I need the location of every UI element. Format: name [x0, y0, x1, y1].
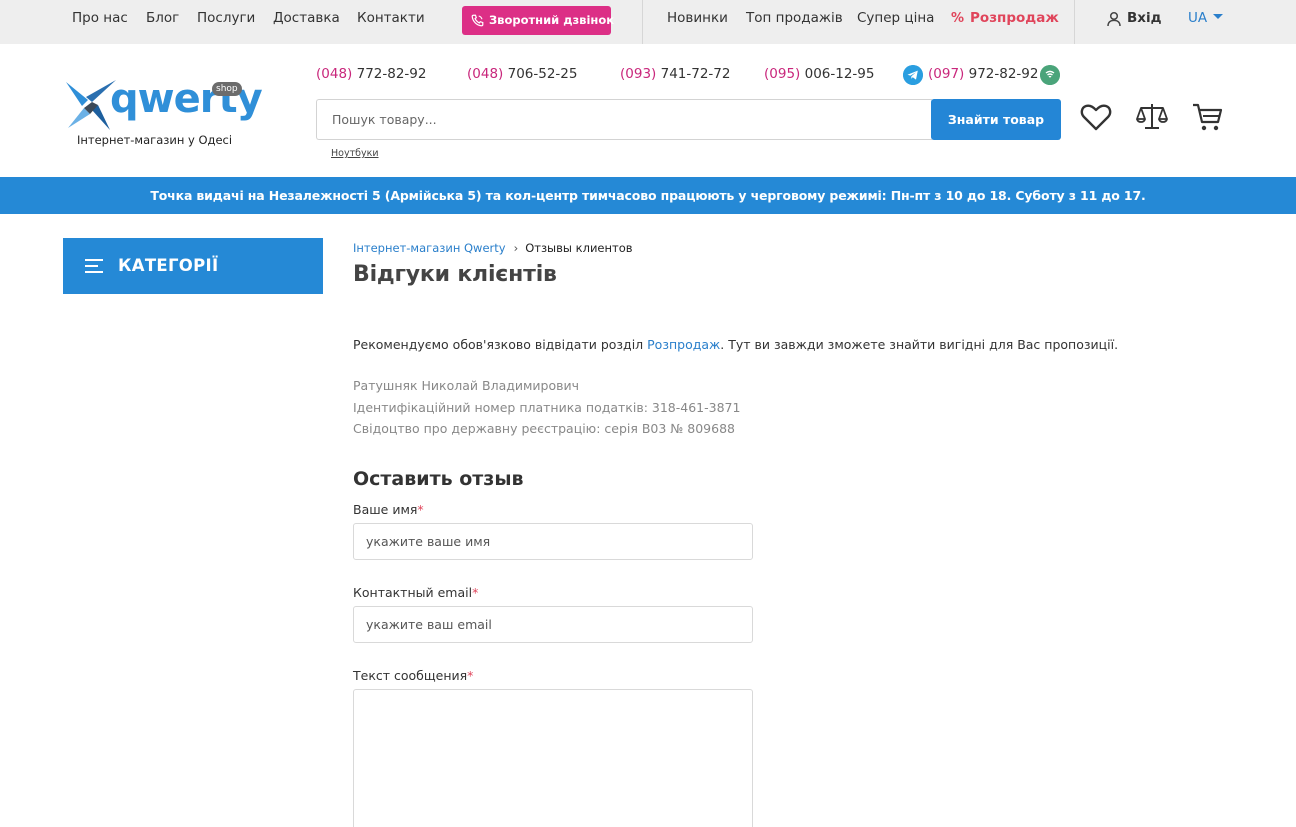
callback-label: Зворотний дзвінок: [489, 13, 615, 27]
nav-link-about[interactable]: Про нас: [72, 0, 128, 37]
heart-icon[interactable]: [1079, 100, 1113, 134]
phone-link[interactable]: (095) 006-12-95: [764, 66, 874, 82]
user-icon: [1107, 11, 1121, 27]
required-mark: *: [417, 502, 424, 517]
divider: [642, 0, 643, 44]
viber-icon[interactable]: [1040, 65, 1060, 85]
callback-button[interactable]: Зворотний дзвінок: [462, 6, 615, 35]
logo-tagline: Інтернет-магазин у Одесі: [77, 133, 233, 147]
required-mark: *: [467, 668, 474, 683]
required-mark: *: [472, 585, 479, 600]
percent-icon: %: [951, 11, 965, 26]
nav-link-contacts[interactable]: Контакти: [357, 0, 425, 37]
phone-link[interactable]: (097) 972-82-92: [928, 66, 1038, 82]
categories-button[interactable]: КАТЕГОРІЇ: [63, 238, 323, 294]
phone-number: 706-52-25: [503, 66, 578, 82]
menu-icon: [85, 259, 103, 273]
breadcrumb-current: Отзывы клиентов: [525, 241, 633, 255]
phone-number: 741-72-72: [656, 66, 731, 82]
phone-number: 972-82-92: [964, 66, 1039, 82]
page-title: Відгуки клієнтів: [353, 262, 557, 287]
search-hint-link[interactable]: Ноутбуки: [331, 148, 379, 159]
login-label: Вхід: [1127, 10, 1162, 26]
phone-number: 772-82-92: [352, 66, 427, 82]
login-link[interactable]: Вхід: [1106, 0, 1162, 37]
seller-tax-id: Ідентифікаційний номер платника податків…: [353, 400, 741, 415]
message-field-label: Текст сообщения*: [353, 668, 473, 683]
seller-registration: Свідоцтво про державну реєстрацію: серія…: [353, 421, 735, 436]
search-button[interactable]: Знайти товар: [931, 99, 1061, 140]
review-form-title: Оставить отзыв: [353, 468, 524, 490]
phone-code: (048): [467, 66, 504, 82]
nav-link-super-price[interactable]: Супер ціна: [857, 0, 934, 37]
phone-link[interactable]: (093) 741-72-72: [620, 66, 730, 82]
chevron-right-icon: ›: [513, 241, 519, 255]
message-label-text: Текст сообщения: [353, 668, 468, 683]
phone-code: (093): [620, 66, 657, 82]
phone-link[interactable]: (048) 706-52-25: [467, 66, 577, 82]
recommend-text-end: . Тут ви завжди зможете знайти вигідні д…: [720, 337, 1119, 352]
name-label-text: Ваше имя: [353, 502, 418, 517]
phone-code: (097): [928, 66, 965, 82]
message-field[interactable]: [353, 689, 753, 827]
site-logo[interactable]: qwerty shop Інтернет-магазин у Одесі: [62, 76, 263, 148]
name-field-label: Ваше имя*: [353, 502, 424, 517]
scales-icon[interactable]: [1135, 100, 1169, 134]
email-field-label: Контактный email*: [353, 585, 478, 600]
nav-link-delivery[interactable]: Доставка: [273, 0, 340, 37]
top-bar: Про нас Блог Послуги Доставка Контакти З…: [0, 0, 1296, 44]
email-label-text: Контактный email: [353, 585, 473, 600]
recommend-text-start: Рекомендуємо обов'язково відвідати розді…: [353, 337, 648, 352]
breadcrumb: Інтернет-магазин Qwerty › Отзывы клиентов: [353, 241, 633, 255]
logo-shop-badge: shop: [212, 82, 242, 96]
nav-link-new[interactable]: Новинки: [667, 0, 728, 37]
telegram-icon[interactable]: [903, 65, 923, 85]
categories-label: КАТЕГОРІЇ: [118, 256, 219, 275]
email-field[interactable]: [353, 606, 753, 643]
phone-code: (048): [316, 66, 353, 82]
sale-label: Розпродаж: [970, 10, 1059, 26]
nav-link-top-sales[interactable]: Топ продажів: [746, 0, 843, 37]
name-field[interactable]: [353, 523, 753, 560]
search-input[interactable]: [316, 99, 932, 140]
phone-code: (095): [764, 66, 801, 82]
nav-link-blog[interactable]: Блог: [146, 0, 179, 37]
seller-name: Ратушняк Николай Владимирович: [353, 378, 580, 393]
cart-icon[interactable]: [1191, 100, 1225, 134]
phone-icon: [471, 14, 484, 27]
phone-link[interactable]: (048) 772-82-92: [316, 66, 426, 82]
notice-banner: Точка видачі на Незалежності 5 (Армійськ…: [0, 177, 1296, 214]
nav-link-sale[interactable]: % Розпродаж: [951, 0, 1059, 37]
caret-down-icon: [1213, 14, 1224, 19]
language-value: UA: [1188, 10, 1208, 26]
recommend-text: Рекомендуємо обов'язково відвідати розді…: [353, 337, 1118, 352]
divider: [1074, 0, 1075, 44]
sale-inline-link[interactable]: Розпродаж: [647, 337, 720, 352]
breadcrumb-home-link[interactable]: Інтернет-магазин Qwerty: [353, 241, 506, 255]
phone-number: 006-12-95: [800, 66, 875, 82]
nav-link-services[interactable]: Послуги: [197, 0, 255, 37]
language-select[interactable]: UA: [1188, 0, 1224, 37]
